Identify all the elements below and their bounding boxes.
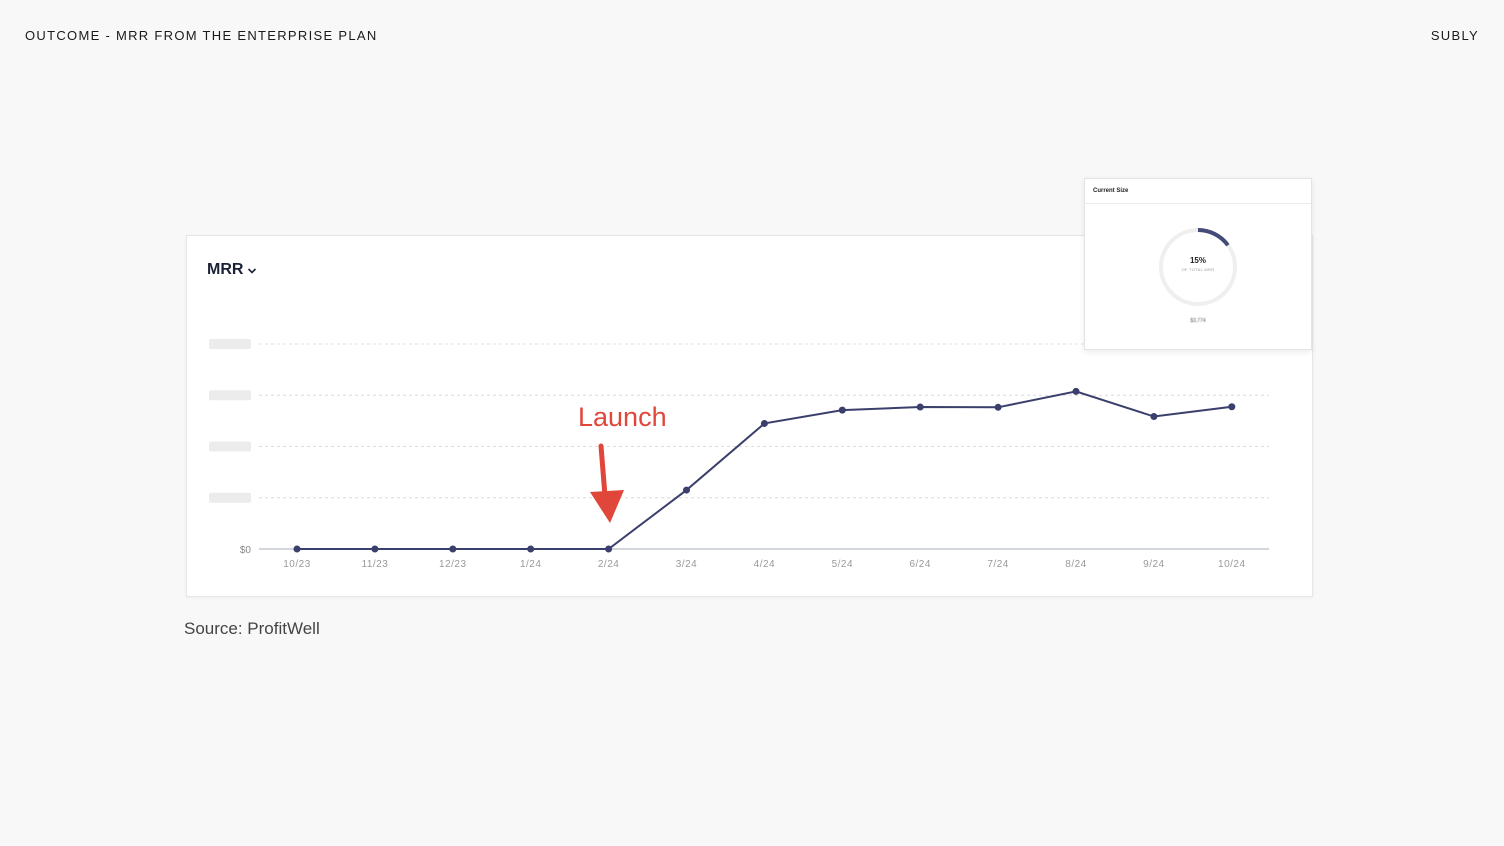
y-tick-label-redacted	[209, 339, 251, 349]
gauge-percent: 15%	[1189, 256, 1206, 265]
data-point	[683, 486, 690, 494]
x-tick-label: 1/24	[520, 559, 541, 570]
launch-arrow	[590, 443, 624, 523]
x-tick-label: 4/24	[754, 559, 775, 570]
data-point	[449, 545, 457, 553]
data-point	[1072, 387, 1080, 395]
data-point	[371, 545, 379, 553]
data-point	[994, 403, 1002, 411]
x-tick-label: 12/23	[439, 559, 467, 570]
data-point	[1150, 413, 1158, 421]
series-line	[297, 390, 1232, 550]
current-size-card: Current Size 15% OF TOTAL MRR $3,774	[1084, 178, 1312, 350]
launch-annotation-label: Launch	[578, 402, 667, 432]
y-tick-label-redacted	[209, 390, 251, 401]
x-tick-label: 6/24	[909, 559, 930, 570]
current-size-title: Current Size	[1085, 179, 1311, 204]
data-point	[605, 545, 613, 553]
x-tick-label: 11/23	[362, 559, 389, 570]
gauge-amount: $3,774	[1190, 318, 1206, 324]
y-tick-label-redacted	[209, 492, 251, 503]
data-point	[293, 545, 301, 553]
brand-name: SUBLY	[1430, 28, 1479, 43]
x-tick-label: 2/24	[598, 559, 619, 570]
x-tick-label: 7/24	[987, 559, 1008, 570]
gauge-subtitle: OF TOTAL MRR	[1181, 267, 1215, 272]
x-tick-label: 9/24	[1143, 559, 1164, 570]
y-tick-label-redacted	[209, 441, 251, 452]
x-tick-label: 10/23	[283, 559, 311, 570]
x-tick-label: 8/24	[1065, 559, 1086, 570]
source-note: Source: ProfitWell	[184, 619, 320, 638]
data-point	[527, 545, 535, 553]
data-point	[838, 406, 846, 414]
x-tick-label: 10/24	[1218, 559, 1246, 570]
x-tick-label: 5/24	[832, 559, 853, 570]
data-point	[1228, 403, 1236, 411]
slide-title: OUTCOME - MRR FROM THE ENTERPRISE PLAN	[25, 28, 378, 43]
x-tick-label: 3/24	[676, 559, 697, 570]
data-point	[760, 419, 768, 427]
y-tick-label: $0	[240, 545, 252, 556]
data-point	[916, 403, 924, 411]
